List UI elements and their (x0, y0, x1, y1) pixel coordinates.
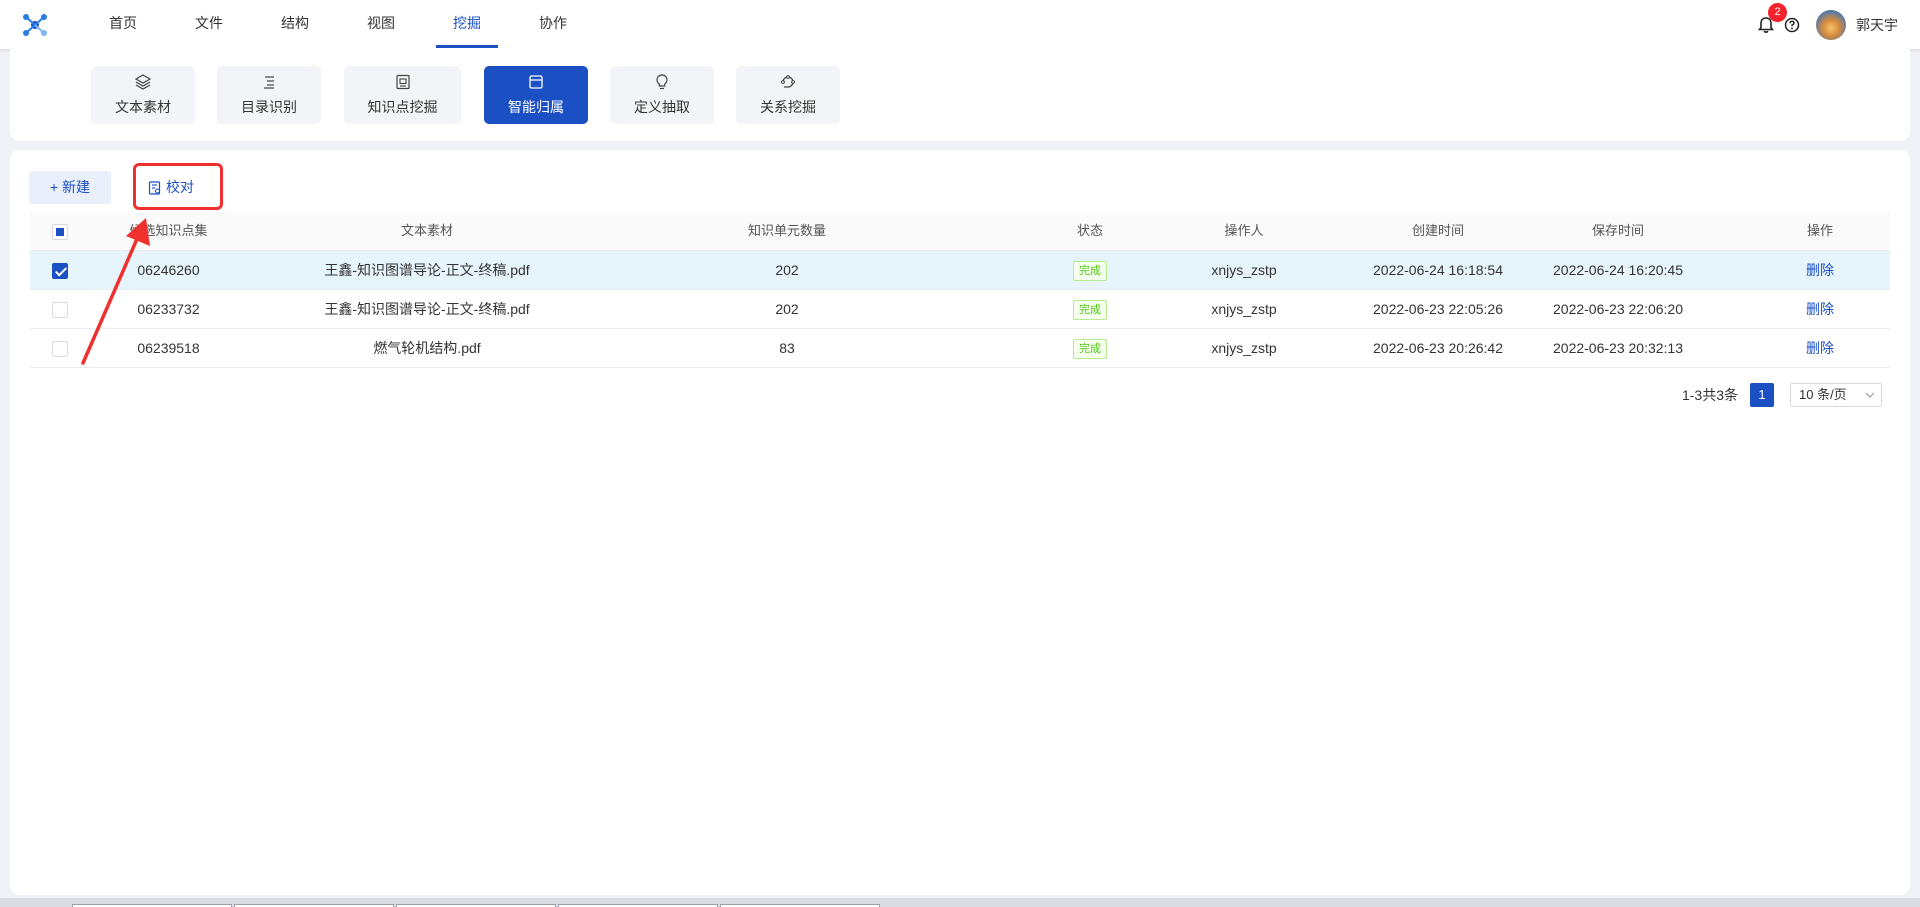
row-checkbox-cell (30, 329, 90, 368)
nav-item-mining[interactable]: 挖掘 (424, 0, 510, 49)
tool-label: 文本素材 (115, 99, 171, 115)
check-button[interactable]: 校对 (133, 163, 223, 210)
row-checkbox-cell (30, 290, 90, 329)
column-header: 操作人 (1224, 223, 1264, 238)
status-badge: 完成 (1073, 300, 1107, 321)
result-list-panel: + 新建 校对 候选知识点集 文本素材 知识单元数量 状态 操作人 创建时间 保… (10, 150, 1910, 895)
notification-button[interactable]: 2 (1756, 2, 1787, 35)
mining-tools-panel: 文本素材 目录识别 知识点挖掘 智能归属 定义抽取 关系挖掘 (10, 49, 1910, 141)
column-header: 创建时间 (1411, 223, 1464, 238)
saved-time: 2022-06-24 16:20:45 (1553, 262, 1683, 278)
knowledge-icon (395, 74, 410, 90)
operator: xnjys_zstp (1211, 340, 1277, 356)
nav-item-collaboration[interactable]: 协作 (510, 0, 596, 49)
action-cell: 删除 (1770, 251, 1870, 290)
bulb-icon (656, 74, 668, 90)
select-all-checkbox[interactable] (52, 223, 68, 240)
layers-icon (134, 74, 152, 90)
tool-label: 知识点挖掘 (367, 99, 438, 115)
column-header: 状态 (1076, 223, 1103, 238)
candidate-set-id: 06246260 (137, 262, 200, 278)
saved-time: 2022-06-23 22:06:20 (1553, 301, 1683, 317)
page-size-select[interactable]: 10 条/页 (1790, 383, 1882, 407)
candidate-set-id: 06233732 (137, 301, 200, 317)
created-time: 2022-06-23 20:26:42 (1373, 340, 1503, 356)
list-icon (264, 76, 274, 89)
saved-time: 2022-06-23 20:32:13 (1553, 340, 1683, 356)
table-header: 候选知识点集 文本素材 知识单元数量 状态 操作人 创建时间 保存时间 操作 (30, 212, 1890, 251)
tool-relation-mining[interactable]: 关系挖掘 (736, 66, 840, 124)
text-material: 王鑫-知识图谱导论-正文-终稿.pdf (324, 301, 530, 317)
status-badge: 完成 (1073, 261, 1107, 282)
tool-catalog-recognition[interactable]: 目录识别 (217, 66, 321, 124)
new-button[interactable]: + 新建 (29, 171, 111, 204)
candidate-set-id: 06239518 (137, 340, 200, 356)
header-right: 2 郭天宇 (1756, 0, 1898, 49)
tool-label: 目录识别 (241, 99, 297, 115)
main-nav: 首页 文件 结构 视图 挖掘 协作 (80, 0, 596, 49)
pagination: 1-3共3条 1 10 条/页 (1682, 383, 1882, 407)
check-button-label: 校对 (166, 179, 194, 195)
knowledge-unit-count: 202 (775, 262, 799, 278)
text-material: 燃气轮机结构.pdf (373, 340, 481, 356)
status-badge: 完成 (1073, 339, 1107, 360)
column-header: 知识单元数量 (747, 223, 826, 238)
nav-item-view[interactable]: 视图 (338, 0, 424, 49)
nav-item-structure[interactable]: 结构 (252, 0, 338, 49)
tool-text-material[interactable]: 文本素材 (91, 66, 195, 124)
column-header: 候选知识点集 (129, 223, 208, 238)
avatar[interactable] (1816, 9, 1846, 40)
chevron-down-icon (1865, 392, 1875, 398)
table-row[interactable]: 06246260 王鑫-知识图谱导论-正文-终稿.pdf 202 完成 xnjy… (30, 251, 1890, 290)
top-navigation-bar: 首页 文件 结构 视图 挖掘 协作 2 郭天宇 (0, 0, 1920, 49)
operator: xnjys_zstp (1211, 301, 1277, 317)
action-cell: 删除 (1770, 290, 1870, 329)
status-cell: 完成 (1040, 290, 1140, 329)
tool-definition-extraction[interactable]: 定义抽取 (610, 66, 714, 124)
table-row[interactable]: 06239518 燃气轮机结构.pdf 83 完成 xnjys_zstp 202… (30, 329, 1890, 368)
nav-item-file[interactable]: 文件 (166, 0, 252, 49)
column-header: 文本素材 (400, 223, 453, 238)
notification-badge: 2 (1768, 2, 1787, 22)
proofread-icon (148, 180, 161, 195)
tool-label: 关系挖掘 (760, 99, 816, 115)
tool-label: 定义抽取 (634, 99, 690, 115)
row-checkbox[interactable] (52, 341, 68, 358)
action-cell: 删除 (1770, 329, 1870, 368)
created-time: 2022-06-24 16:18:54 (1373, 262, 1503, 278)
page-button-current[interactable]: 1 (1750, 383, 1774, 407)
pagination-total: 1-3共3条 (1681, 387, 1738, 403)
page-size-value: 10 条/页 (1799, 387, 1847, 402)
knowledge-unit-count: 202 (775, 301, 799, 317)
table-row[interactable]: 06233732 王鑫-知识图谱导论-正文-终稿.pdf 202 完成 xnjy… (30, 290, 1890, 329)
relation-icon (781, 75, 795, 88)
nav-item-home[interactable]: 首页 (80, 0, 166, 49)
column-header: 操作 (1806, 223, 1833, 238)
window-icon (529, 75, 543, 89)
status-cell: 完成 (1040, 329, 1140, 368)
knowledge-unit-count: 83 (779, 340, 795, 356)
status-cell: 完成 (1040, 251, 1140, 290)
row-checkbox[interactable] (52, 302, 68, 319)
delete-link[interactable]: 删除 (1806, 262, 1834, 278)
row-checkbox-cell (30, 251, 90, 290)
result-table: 候选知识点集 文本素材 知识单元数量 状态 操作人 创建时间 保存时间 操作 0… (30, 212, 1890, 368)
tool-label: 智能归属 (508, 99, 564, 115)
delete-link[interactable]: 删除 (1806, 340, 1834, 356)
tool-knowledge-mining[interactable]: 知识点挖掘 (344, 66, 461, 124)
username[interactable]: 郭天宇 (1856, 15, 1898, 35)
column-header: 保存时间 (1591, 223, 1644, 238)
row-checkbox[interactable] (52, 263, 68, 280)
delete-link[interactable]: 删除 (1806, 301, 1834, 317)
created-time: 2022-06-23 22:05:26 (1373, 301, 1503, 317)
select-all-cell (30, 212, 90, 251)
text-material: 王鑫-知识图谱导论-正文-终稿.pdf (324, 262, 530, 278)
tool-smart-attribution[interactable]: 智能归属 (484, 66, 588, 124)
operator: xnjys_zstp (1211, 262, 1277, 278)
app-logo-icon[interactable] (22, 13, 48, 37)
